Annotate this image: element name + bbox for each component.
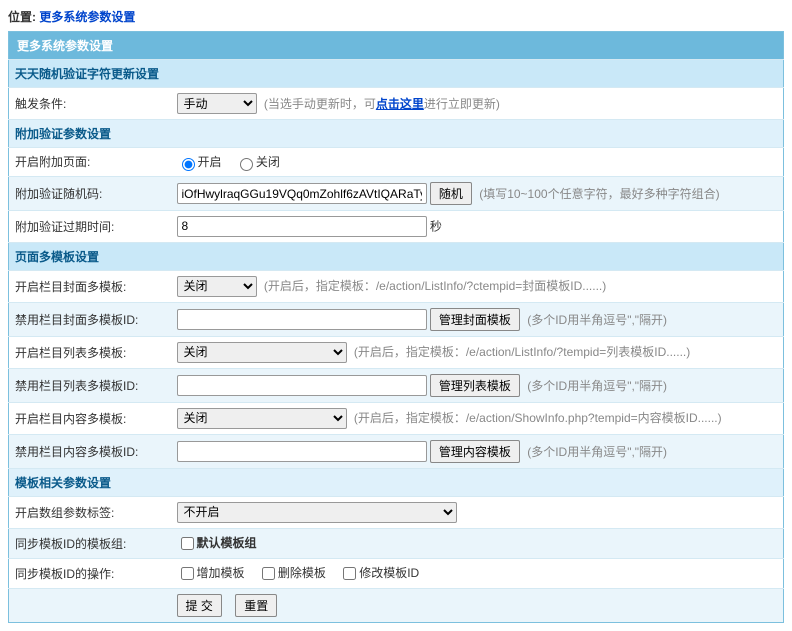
list-multi-select[interactable]: 关闭 [177, 342, 347, 363]
sync-op-add[interactable]: 增加模板 [177, 566, 245, 580]
sync-group-default[interactable]: 默认模板组 [177, 536, 257, 550]
content-multi-hint: (开启后，指定模板：/e/action/ShowInfo.php?tempid=… [354, 411, 722, 425]
section-template-params: 模板相关参数设置 [9, 468, 784, 496]
section-multi-template: 页面多模板设置 [9, 242, 784, 270]
expire-unit: 秒 [430, 219, 442, 233]
trigger-label: 触发条件: [9, 88, 171, 120]
trigger-select[interactable]: 手动 [177, 93, 257, 114]
rand-code-button[interactable]: 随机 [430, 182, 472, 205]
reset-button[interactable]: 重置 [235, 594, 277, 617]
cover-disable-input[interactable] [177, 309, 427, 330]
array-tag-label: 开启数组参数标签: [9, 496, 171, 528]
array-tag-select[interactable]: 不开启 [177, 502, 457, 523]
open-page-radio-off[interactable]: 关闭 [235, 155, 280, 169]
open-page-radio-on[interactable]: 开启 [177, 155, 222, 169]
breadcrumb-link[interactable]: 更多系统参数设置 [39, 10, 135, 24]
list-disable-label: 禁用栏目列表多模板ID: [9, 368, 171, 402]
open-page-label: 开启附加页面: [9, 148, 171, 177]
submit-button[interactable]: 提 交 [177, 594, 222, 617]
cover-multi-hint: (开启后，指定模板：/e/action/ListInfo/?ctempid=封面… [264, 279, 606, 293]
content-multi-select[interactable]: 关闭 [177, 408, 347, 429]
list-multi-label: 开启栏目列表多模板: [9, 336, 171, 368]
rand-code-input[interactable] [177, 183, 427, 204]
settings-panel: 更多系统参数设置 天天随机验证字符更新设置 触发条件: 手动 (当选手动更新时，… [8, 31, 784, 623]
sync-group-label: 同步模板ID的模板组: [9, 528, 171, 558]
rand-code-label: 附加验证随机码: [9, 176, 171, 210]
list-disable-input[interactable] [177, 375, 427, 396]
expire-input[interactable] [177, 216, 427, 237]
expire-label: 附加验证过期时间: [9, 210, 171, 242]
content-disable-hint: (多个ID用半角逗号","隔开) [527, 445, 667, 459]
manage-list-button[interactable]: 管理列表模板 [430, 374, 520, 397]
breadcrumb: 位置: 更多系统参数设置 [8, 8, 784, 25]
breadcrumb-label: 位置: [8, 10, 36, 24]
cover-disable-hint: (多个ID用半角逗号","隔开) [527, 313, 667, 327]
content-disable-input[interactable] [177, 441, 427, 462]
trigger-hint: (当选手动更新时，可点击这里进行立即更新) [264, 97, 500, 111]
content-disable-label: 禁用栏目内容多模板ID: [9, 434, 171, 468]
list-disable-hint: (多个ID用半角逗号","隔开) [527, 379, 667, 393]
list-multi-hint: (开启后，指定模板：/e/action/ListInfo/?tempid=列表模… [354, 345, 690, 359]
cover-multi-label: 开启栏目封面多模板: [9, 270, 171, 302]
cover-multi-select[interactable]: 关闭 [177, 276, 257, 297]
sync-op-modify[interactable]: 修改模板ID [339, 566, 419, 580]
sync-op-delete[interactable]: 删除模板 [258, 566, 326, 580]
content-multi-label: 开启栏目内容多模板: [9, 402, 171, 434]
sync-op-label: 同步模板ID的操作: [9, 559, 171, 589]
section-extra-verify: 附加验证参数设置 [9, 120, 784, 148]
trigger-update-link[interactable]: 点击这里 [376, 97, 424, 111]
rand-code-hint: (填写10~100个任意字符，最好多种字符组合) [479, 187, 719, 201]
cover-disable-label: 禁用栏目封面多模板ID: [9, 302, 171, 336]
manage-content-button[interactable]: 管理内容模板 [430, 440, 520, 463]
section-random-char: 天天随机验证字符更新设置 [9, 60, 784, 88]
panel-title: 更多系统参数设置 [9, 32, 784, 60]
manage-cover-button[interactable]: 管理封面模板 [430, 308, 520, 331]
